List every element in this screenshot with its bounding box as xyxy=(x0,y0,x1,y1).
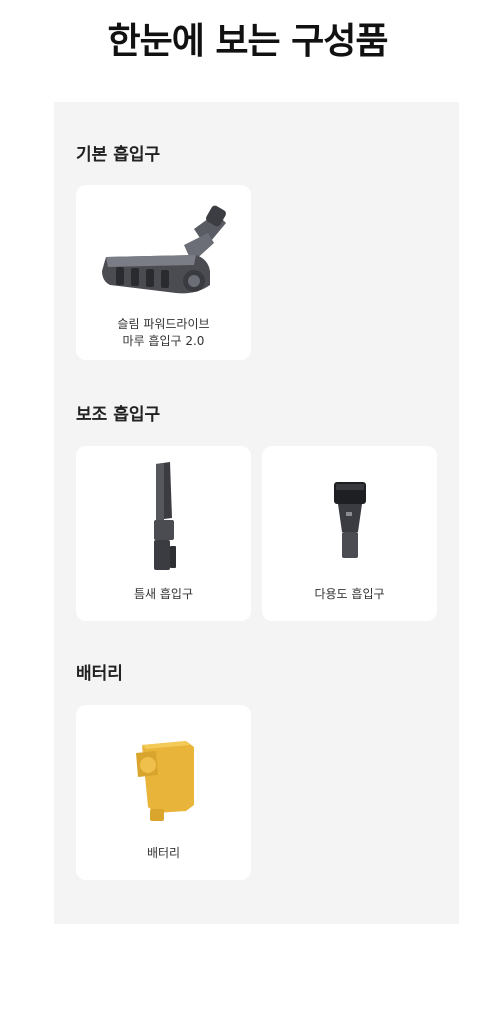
component-card-battery: 배터리 xyxy=(76,705,251,880)
component-name-line1: 슬림 파워드라이브 xyxy=(117,317,210,331)
component-name: 틈새 흡입구 xyxy=(76,586,251,603)
component-name: 슬림 파워드라이브 마루 흡입구 2.0 xyxy=(76,316,251,350)
component-name-line1: 배터리 xyxy=(146,846,181,860)
section-title-main-nozzle: 기본 흡입구 xyxy=(76,145,161,165)
component-name-line2: 마루 흡입구 2.0 xyxy=(122,334,205,348)
component-name: 다용도 흡입구 xyxy=(262,586,437,603)
section-title-battery: 배터리 xyxy=(76,664,123,684)
page-title: 한눈에 보는 구성품 xyxy=(107,21,388,62)
crevice-tool-icon xyxy=(76,446,251,571)
component-name-line1: 틈새 흡입구 xyxy=(133,587,193,601)
components-panel: 기본 흡입구 슬림 파워드라이브 마루 흡입구 2.0 보조 흡입구 틈새 흡입… xyxy=(54,102,459,924)
battery-icon xyxy=(76,705,251,830)
component-card-floor-head: 슬림 파워드라이브 마루 흡입구 2.0 xyxy=(76,185,251,360)
multi-purpose-tool-icon xyxy=(262,446,437,571)
component-name: 배터리 xyxy=(76,845,251,862)
section-title-accessory-nozzle: 보조 흡입구 xyxy=(76,405,161,425)
powered-floor-head-icon xyxy=(76,185,251,310)
component-card-multi-purpose-tool: 다용도 흡입구 xyxy=(262,446,437,621)
component-name-line1: 다용도 흡입구 xyxy=(314,587,385,601)
component-card-crevice-tool: 틈새 흡입구 xyxy=(76,446,251,621)
